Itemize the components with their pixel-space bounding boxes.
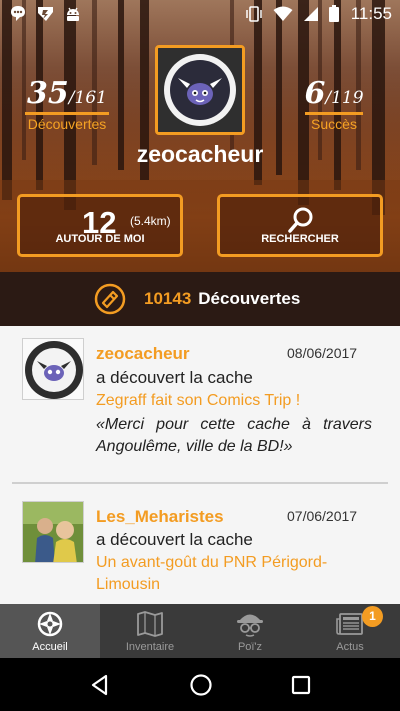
username: zeocacheur [136, 141, 264, 167]
nearby-caches-button[interactable]: 12 (5.4km) AUTOUR DE MOI [17, 194, 183, 257]
discoveries-total: /161 [68, 88, 107, 108]
discoveries-count: 35 [27, 76, 69, 111]
tab-label: Accueil [32, 641, 68, 653]
tab-inventaire[interactable]: Inventaire [100, 604, 200, 658]
terra-aventura-logo-icon [158, 48, 242, 132]
tab-accueil[interactable]: Accueil [0, 604, 100, 658]
activity-feed[interactable]: zeocacheur 08/06/2017 a découvert la cac… [0, 326, 400, 604]
feed-action: a découvert la cache [96, 530, 253, 549]
compass-icon [37, 611, 63, 637]
search-icon [288, 207, 313, 233]
discoveries-banner[interactable]: 10143 Découvertes [0, 272, 400, 326]
tab-label: Poï'z [237, 641, 263, 653]
feed-date: 07/06/2017 [287, 508, 358, 524]
bolt-shield-icon [38, 6, 53, 21]
signal-icon [303, 6, 318, 21]
nearby-label: AUTOUR DE MOI [55, 233, 145, 245]
user-avatar[interactable] [22, 338, 84, 400]
feed-comment: «Merci pour cette cache à travers Angoul… [96, 416, 372, 455]
system-navigation-bar [0, 658, 400, 711]
feed-action: a découvert la cache [96, 368, 253, 387]
feed-cache-link[interactable]: Un avant-goût du PNR Périgord-Limousin [96, 552, 376, 596]
discoveries-underline [25, 112, 109, 115]
success-stat[interactable]: 6/119 Succès [302, 76, 366, 132]
map-icon [137, 611, 163, 637]
notification-badge: 1 [362, 606, 383, 627]
user-avatar[interactable] [22, 501, 84, 563]
success-underline [305, 112, 363, 115]
profile-avatar[interactable] [155, 45, 245, 135]
battery-icon [328, 5, 339, 22]
success-total: /119 [325, 88, 364, 108]
android-icon [67, 7, 79, 21]
vibrate-icon [245, 5, 262, 22]
tab-label: Actus [336, 641, 364, 653]
success-count: 6 [304, 76, 326, 111]
recent-apps-icon[interactable] [291, 675, 311, 695]
profile-header: 35/161 Découvertes 6/119 Succès zeocache… [0, 0, 400, 272]
tab-poiz[interactable]: Poï'z [200, 604, 300, 658]
tab-label: Inventaire [125, 641, 175, 653]
bottom-tab-bar: Accueil Inventaire Poï'z 1 Actus [0, 604, 400, 658]
back-icon[interactable] [89, 674, 111, 696]
clock: 11:55 [350, 3, 392, 23]
feed-cache-link[interactable]: Zegraff fait son Comics Trip ! [96, 390, 376, 412]
discoveries-stat[interactable]: 35/161 Découvertes [24, 76, 110, 132]
success-label: Succès [311, 116, 357, 132]
wifi-icon [273, 6, 293, 21]
discoveries-label: Découvertes [27, 116, 107, 132]
terra-aventura-logo-icon [23, 339, 83, 399]
poiz-face-icon [237, 614, 263, 637]
feed-divider [12, 482, 388, 484]
feed-username[interactable]: zeocacheur [96, 344, 190, 364]
total-discoveries-label: Découvertes [198, 289, 301, 308]
nearby-distance: (5.4km) [130, 214, 171, 228]
tab-actus[interactable]: 1 Actus [300, 604, 400, 658]
home-icon[interactable] [189, 673, 213, 697]
search-label: RECHERCHER [261, 233, 339, 245]
hand-write-icon [94, 283, 126, 315]
search-button[interactable]: RECHERCHER [217, 194, 383, 257]
user-photo-icon [23, 502, 83, 562]
status-bar: 11:55 [0, 0, 400, 27]
feed-username[interactable]: Les_Meharistes [96, 507, 224, 527]
total-discoveries-count: 10143 [144, 289, 192, 308]
feed-date: 08/06/2017 [287, 345, 358, 361]
chat-bubble-icon [11, 6, 25, 21]
